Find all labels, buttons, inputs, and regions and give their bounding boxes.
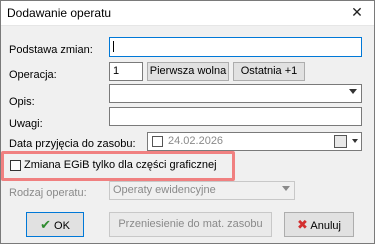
chevron-down-icon[interactable] [282, 186, 290, 191]
ok-button[interactable]: ✔ OK [26, 212, 84, 237]
ok-label: OK [54, 220, 70, 232]
dialog-window: Dodawanie operatu ✕ Podstawa zmian: Oper… [0, 0, 375, 244]
chevron-down-icon[interactable] [349, 89, 357, 94]
podstawa-input[interactable] [109, 37, 362, 57]
cancel-x-icon: ✖ [297, 217, 308, 232]
title-bar: Dodawanie operatu ✕ [1, 1, 374, 26]
calendar-icon[interactable] [334, 135, 347, 148]
date-value: 24.02.2026 [168, 135, 224, 147]
anuluj-label: Anuluj [310, 220, 341, 232]
opis-combo[interactable] [109, 84, 362, 103]
uwagi-label: Uwagi: [9, 118, 43, 130]
egib-checkbox[interactable] [10, 160, 21, 171]
rodzaj-value: Operaty ewidencyjne [113, 184, 216, 196]
operacja-label: Operacja: [9, 69, 57, 81]
podstawa-label: Podstawa zmian: [9, 44, 93, 56]
chevron-down-icon[interactable] [352, 139, 358, 143]
egib-label: Zmiana EGiB tylko dla części graficznej [24, 159, 217, 171]
przeniesienie-button[interactable]: Przeniesienie do mat. zasobu [109, 212, 272, 237]
anuluj-button[interactable]: ✖ Anuluj [284, 212, 354, 237]
date-enable-checkbox[interactable] [152, 136, 163, 147]
uwagi-input[interactable] [109, 107, 362, 126]
operacja-value: 1 [113, 65, 120, 77]
rodzaj-label: Rodzaj operatu: [9, 187, 87, 199]
check-icon: ✔ [40, 217, 51, 232]
text-caret [113, 41, 114, 52]
close-icon[interactable]: ✕ [348, 3, 366, 21]
rodzaj-combo[interactable]: Operaty ewidencyjne [109, 181, 295, 200]
pierwsza-wolna-button[interactable]: Pierwsza wolna [147, 62, 229, 81]
opis-label: Opis: [9, 96, 35, 108]
operacja-input[interactable]: 1 [109, 62, 143, 81]
ostatnia-plus1-button[interactable]: Ostatnia +1 [233, 62, 305, 81]
window-title: Dodawanie operatu [7, 6, 112, 20]
data-label: Data przyjęcia do zasobu: [9, 138, 136, 150]
date-picker[interactable]: 24.02.2026 [147, 132, 362, 151]
